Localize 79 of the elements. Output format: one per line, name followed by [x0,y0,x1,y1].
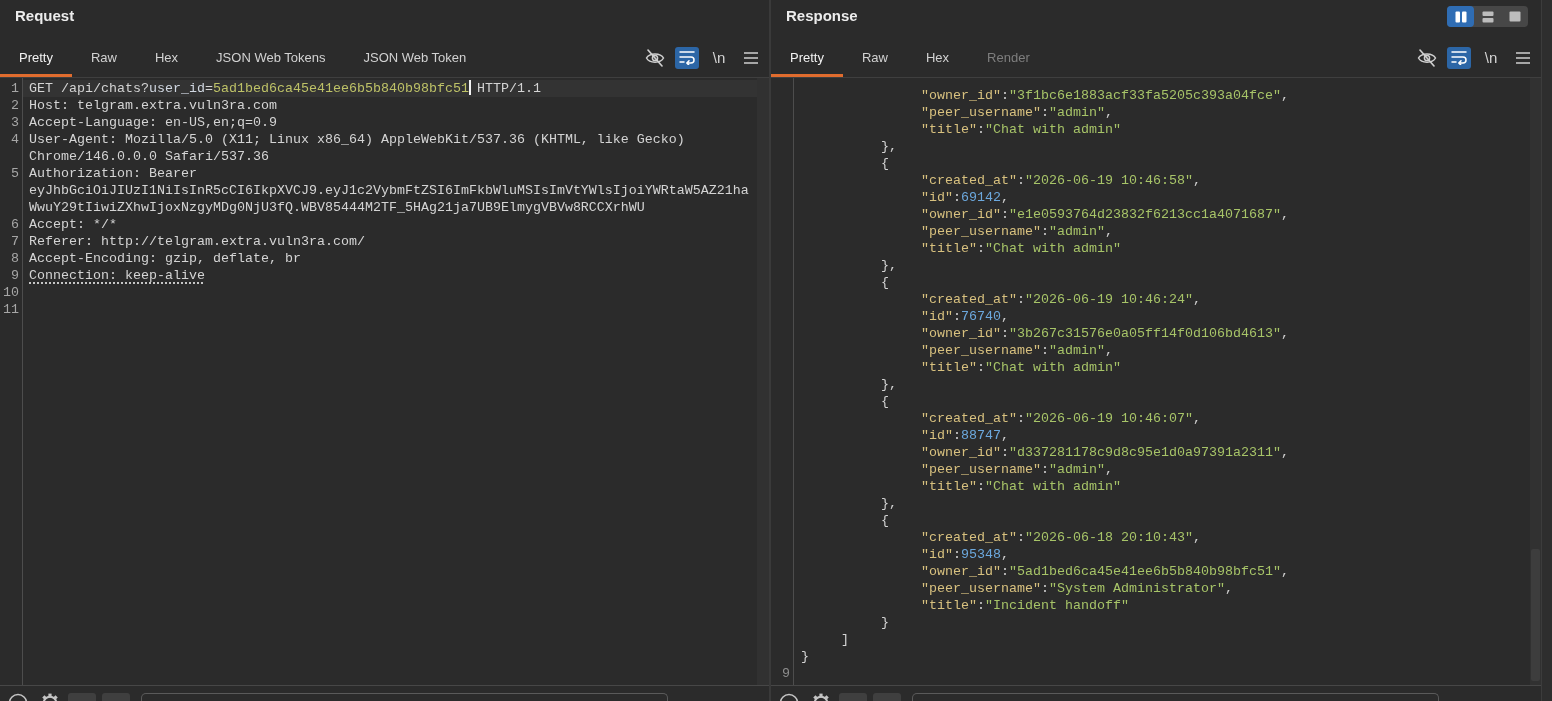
tab[interactable]: Raw [71,40,136,77]
code-line: "id":88747, [921,426,1009,444]
line-number: 6 [10,216,20,233]
code-line: "peer_username":"admin", [921,460,1113,478]
tab[interactable]: Raw [842,40,907,77]
code-line: }, [881,256,897,274]
square-icon[interactable] [1508,11,1521,22]
line-number: 3 [10,114,20,131]
search-field[interactable] [141,693,668,701]
code-line: "created_at":"2026-06-18 20:10:43", [921,528,1201,546]
code-line: "peer_username":"admin", [921,341,1113,359]
code-line: { [881,392,889,410]
code-line: "title":"Chat with admin" [921,239,1121,257]
code-line: Referer: http://telgram.extra.vuln3ra.com/ [29,234,365,249]
code-line: "created_at":"2026-06-19 10:46:58", [921,171,1201,189]
code-line: "owner_id":"e1e0593764d23832f6213cc1a4071687", [921,205,1289,223]
menu-icon[interactable] [1516,51,1530,64]
code-line: } [801,647,809,665]
code-line: "owner_id":"5ad1bed6ca45e41ee6b5b840b98bfc51", [921,562,1289,580]
line-number: 5 [10,165,20,182]
code-line: Connection: keep-alive [29,268,205,283]
code-line: "title":"Chat with admin" [921,120,1121,138]
code-line: "id":95348, [921,545,1009,563]
line-number: 4 [10,131,20,148]
code-line: ] [841,630,849,648]
code-line: GET /api/chats?user_id=5ad1bed6ca45e41ee6b5b840b98bfc51 HTTP/1.1 [29,81,541,96]
scrollbar-track[interactable] [1530,78,1541,685]
code-line: "id":76740, [921,307,1009,325]
search-field[interactable] [912,693,1439,701]
code-line: { [881,511,889,529]
code-line: { [881,154,889,172]
code-line: }, [881,137,897,155]
code-line: "created_at":"2026-06-19 10:46:07", [921,409,1201,427]
code-line: }, [881,375,897,393]
code-line: Host: telgram.extra.vuln3ra.com [29,98,277,113]
columns-icon[interactable] [1454,10,1467,23]
scrollbar-track[interactable] [757,78,769,685]
newline-button[interactable]: \n [1479,46,1503,69]
code-line: Accept-Language: en-US,en;q=0.9 [29,115,277,130]
settings-icon[interactable] [40,693,60,701]
code-line: User-Agent: Mozilla/5.0 (X11; Linux x86_64) AppleWebKit/537.36 (KHTML, like Gecko) Chrome/146.0.0.0 Safari/537.36 [29,132,686,164]
code-line: }, [881,494,897,512]
code-line: "owner_id":"d337281178c9d8c95e1d0a97391a2311", [921,443,1289,461]
code-line: } [881,613,889,631]
line-number: 9 [781,664,791,682]
code-line: "peer_username":"System Administrator", [921,579,1233,597]
code-line: "peer_username":"admin", [921,103,1113,121]
code-line: "owner_id":"3b267c31576e0a05ff14f0d106bd4613", [921,324,1289,342]
code-line: "title":"Chat with admin" [921,477,1121,495]
line-number: 7 [10,233,20,250]
line-number: 1 [10,80,20,97]
line-number: 8 [10,250,20,267]
rows-icon[interactable] [1481,10,1494,23]
line-number: 2 [10,97,20,114]
line-number: 9 [10,267,20,284]
code-line: Authorization: Bearer eyJhbGciOiJIUzI1NiIsInR5cCI6IkpXVCJ9.eyJ1c2VybmFtZSI6ImFkbWluMSIsImVtYWlsIjoiYWRtaW5AZ21haWwuY29tIiwiZXhwIjoxNzgyMDg0NjU3fQ.WBV85444M2TF_5HAg21ja7UB9ElmygVBVw8RCCXrhWU [29,166,749,215]
code-line: { [881,273,889,291]
code-line: "created_at":"2026-06-19 10:46:24", [921,290,1201,308]
code-line: Accept: */* [29,217,117,232]
newline-button[interactable]: \n [707,46,731,69]
code-line: "id":69142, [921,188,1009,206]
code-line: "owner_id":"3f1bc6e1883acf33fa5205c393a04fce", [921,86,1289,104]
line-number: 11 [2,301,20,318]
tab[interactable]: JSON Web Token [344,40,486,77]
layout-button[interactable] [1447,6,1474,27]
code-line: Accept-Encoding: gzip, deflate, br [29,251,301,266]
tab[interactable]: Pretty [0,40,72,77]
menu-icon[interactable] [744,51,758,64]
tab[interactable]: Pretty [771,40,843,77]
panel-title: Request [15,7,75,25]
code-line: "peer_username":"admin", [921,222,1113,240]
code-line: "title":"Chat with admin" [921,358,1121,376]
tab[interactable]: Hex [907,40,969,77]
code-line: "title":"Incident handoff" [921,596,1129,614]
tab[interactable]: JSON Web Tokens [197,40,345,77]
settings-icon[interactable] [811,693,831,701]
tab[interactable]: Hex [136,40,198,77]
line-number: 10 [2,284,20,301]
panel-title: Response [786,7,858,25]
